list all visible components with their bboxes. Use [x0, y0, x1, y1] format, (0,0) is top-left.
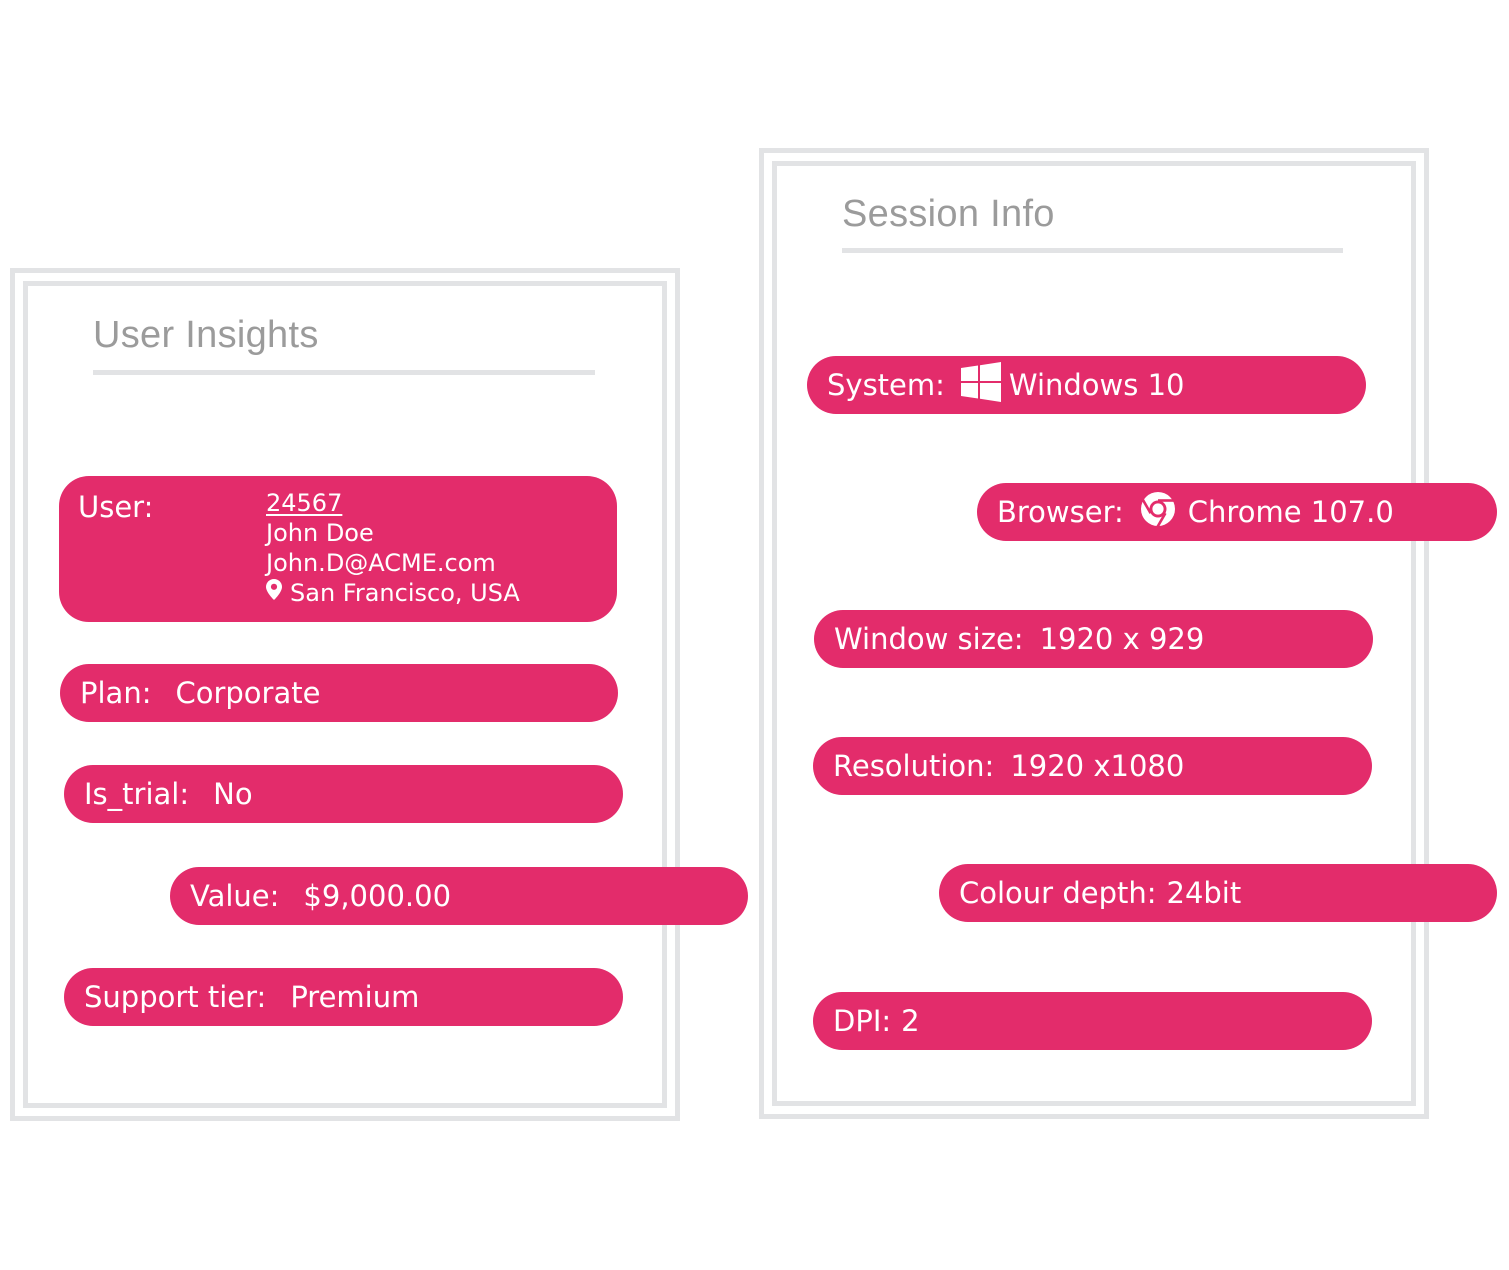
system-pill: System: Windows 10	[807, 356, 1366, 414]
system-label: System:	[827, 368, 945, 402]
colour-depth-label: Colour depth:	[959, 876, 1157, 910]
browser-label: Browser:	[997, 495, 1124, 529]
plan-label: Plan:	[80, 676, 152, 710]
colour-depth-pill: Colour depth: 24bit	[939, 864, 1497, 922]
user-insights-title-rule	[93, 370, 595, 375]
window-size-value: 1920 x 929	[1039, 622, 1205, 656]
value-pill: Value: $9,000.00	[170, 867, 748, 925]
session-info-title-rule	[842, 248, 1343, 253]
support-tier-pill: Support tier: Premium	[64, 968, 623, 1026]
resolution-value: 1920 x1080	[1010, 749, 1185, 783]
support-tier-value: Premium	[290, 980, 420, 1014]
user-card: User: 24567 John Doe John.D@ACME.com San…	[59, 476, 617, 622]
dpi-label: DPI:	[833, 1004, 892, 1038]
value-amount: $9,000.00	[303, 879, 452, 913]
is-trial-label: Is_trial:	[84, 777, 190, 811]
dpi-value: 2	[901, 1004, 920, 1038]
user-location-row: San Francisco, USA	[266, 578, 520, 608]
user-insights-title: User Insights	[93, 314, 319, 356]
plan-pill: Plan: Corporate	[60, 664, 618, 722]
value-label: Value:	[190, 879, 280, 913]
map-pin-icon	[266, 577, 282, 607]
is-trial-pill: Is_trial: No	[64, 765, 623, 823]
user-name: John Doe	[266, 519, 374, 547]
window-size-pill: Window size: 1920 x 929	[814, 610, 1373, 668]
user-label: User:	[78, 490, 154, 524]
windows-logo-icon	[960, 361, 1001, 409]
resolution-pill: Resolution: 1920 x1080	[813, 737, 1372, 795]
chrome-logo-icon	[1140, 491, 1176, 534]
browser-pill: Browser: Chrome 107.0	[977, 483, 1497, 541]
dpi-pill: DPI: 2	[813, 992, 1372, 1050]
resolution-label: Resolution:	[833, 749, 995, 783]
session-info-title: Session Info	[842, 193, 1055, 235]
plan-value: Corporate	[175, 676, 321, 710]
user-id-link[interactable]: 24567	[266, 489, 342, 517]
user-details: 24567 John Doe John.D@ACME.com San Franc…	[266, 488, 520, 608]
colour-depth-value: 24bit	[1166, 876, 1242, 910]
support-tier-label: Support tier:	[84, 980, 267, 1014]
user-location: San Francisco, USA	[290, 579, 520, 607]
system-value: Windows 10	[1008, 368, 1185, 402]
browser-value: Chrome 107.0	[1187, 495, 1394, 529]
user-email: John.D@ACME.com	[266, 549, 496, 577]
window-size-label: Window size:	[834, 622, 1024, 656]
is-trial-value: No	[213, 777, 253, 811]
